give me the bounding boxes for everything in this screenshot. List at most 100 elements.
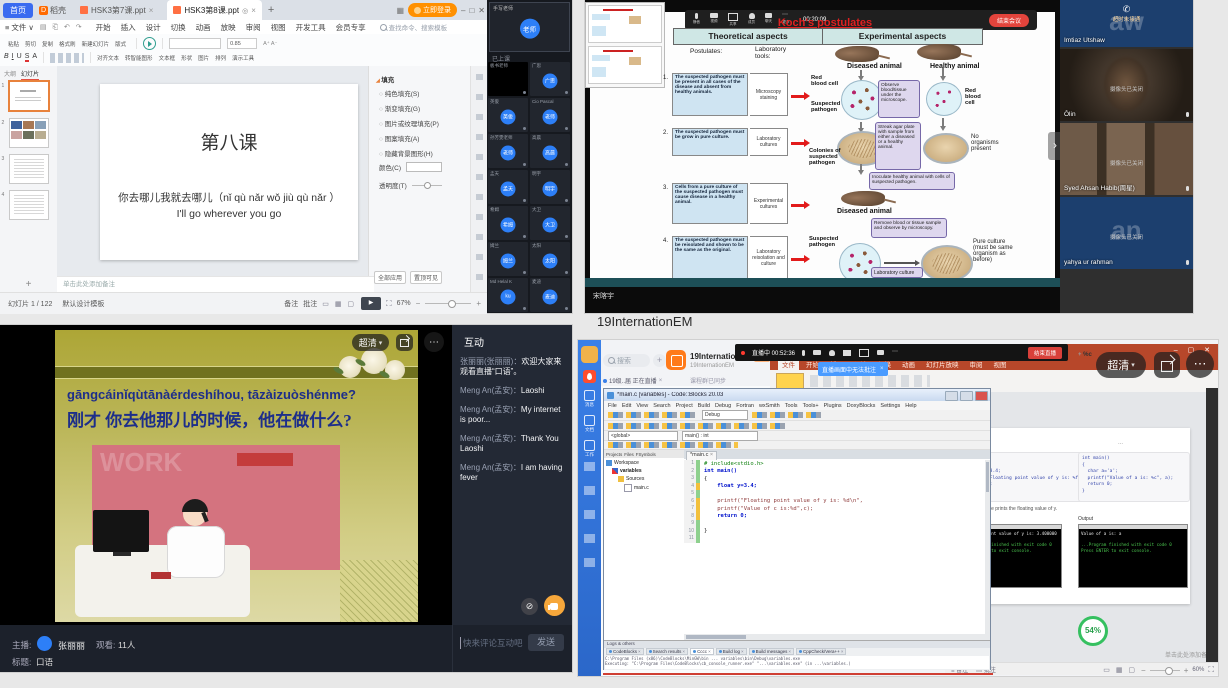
toolbar-button[interactable]: 剪切 bbox=[25, 40, 36, 48]
fill-option-radio[interactable]: 纯色填充(S) bbox=[379, 88, 439, 98]
end-meeting-button[interactable]: 结束会议 bbox=[989, 14, 1029, 27]
slide-thumbnail[interactable]: 2 bbox=[9, 118, 49, 148]
toolbar-icons[interactable] bbox=[608, 412, 698, 418]
fill-option-radio[interactable]: 隐藏背景图形(H) bbox=[379, 148, 439, 158]
zoom-in-button[interactable]: + bbox=[476, 299, 481, 308]
menu-item[interactable]: DoxyBlocks bbox=[847, 403, 876, 409]
more-options-icon[interactable] bbox=[1186, 350, 1214, 378]
meeting-toolbar-button[interactable]: 共享 bbox=[728, 13, 738, 27]
fill-section-header[interactable]: 填充 bbox=[376, 74, 394, 84]
minimize-button[interactable] bbox=[945, 391, 958, 401]
sidebar-more-icons[interactable] bbox=[584, 462, 595, 582]
student-tile[interactable]: 麦迪 麦迪 bbox=[530, 278, 570, 312]
menu-item[interactable]: 插入 bbox=[117, 21, 140, 34]
meeting-toolbar-button[interactable]: 成员 bbox=[748, 13, 755, 27]
current-slide[interactable]: 第八课 你去哪儿我就去哪儿（nǐ qù nǎr wǒ jiù qù nǎr ） … bbox=[100, 84, 358, 260]
menu-item[interactable]: 会员专享 bbox=[332, 21, 370, 34]
play-slideshow-icon[interactable] bbox=[143, 37, 156, 50]
more-options-icon[interactable] bbox=[424, 332, 444, 352]
menu-item[interactable]: Project bbox=[676, 403, 693, 409]
management-tab[interactable]: Files bbox=[624, 452, 634, 457]
zoom-level[interactable]: 60% bbox=[1192, 667, 1204, 673]
menu-item[interactable]: 视图 bbox=[267, 21, 290, 34]
close-tab-icon[interactable] bbox=[149, 6, 154, 15]
end-live-button[interactable]: 结束直播 bbox=[1028, 347, 1062, 359]
thumbs-up-icon[interactable] bbox=[544, 595, 565, 616]
comments-toggle[interactable]: 批注 bbox=[303, 299, 317, 309]
menu-item[interactable]: Plugins bbox=[824, 403, 842, 409]
file-menu[interactable]: ≡文件∨ bbox=[5, 22, 34, 33]
fill-option-radio[interactable]: 图片或纹理填充(P) bbox=[379, 118, 439, 128]
font-size-combo[interactable]: 0.85 bbox=[227, 38, 257, 49]
hd-quality-button[interactable]: 超清 bbox=[352, 334, 389, 351]
add-button[interactable] bbox=[653, 354, 666, 367]
apply-all-button[interactable]: 全部应用 bbox=[374, 271, 406, 284]
paragraph-icons[interactable] bbox=[50, 53, 84, 63]
document-tab-2-active[interactable]: HSK3第8课.ppt bbox=[167, 0, 261, 20]
link-icon[interactable] bbox=[521, 598, 538, 615]
symbols-toolbar[interactable] bbox=[604, 441, 990, 450]
close-button[interactable] bbox=[478, 6, 485, 15]
format-button[interactable]: U bbox=[17, 53, 22, 62]
fit-window-icon[interactable] bbox=[386, 299, 392, 309]
management-tab[interactable]: FSymbols bbox=[636, 452, 656, 457]
participant-tile[interactable]: aw 超时未接通 Imtiaz Utshaw bbox=[1060, 0, 1193, 47]
docer-tab[interactable]: 稻壳 bbox=[39, 5, 66, 16]
chat-tab[interactable]: 19级..届 正在直播 bbox=[603, 376, 662, 385]
minimize-button[interactable] bbox=[461, 6, 465, 15]
build-target-combo[interactable]: Debug bbox=[702, 410, 748, 420]
student-tile[interactable]: 姆兰 姆兰 bbox=[488, 242, 528, 276]
participant-tile[interactable]: an 摄像头已关闭 yahya ur rahman bbox=[1060, 197, 1193, 269]
toolbar-button[interactable]: 转智能图形 bbox=[125, 54, 153, 62]
menu-item[interactable]: 开发工具 bbox=[292, 21, 330, 34]
send-button[interactable]: 发送 bbox=[528, 634, 564, 651]
close-tab-icon[interactable] bbox=[788, 649, 791, 654]
codeblocks-title-bar[interactable]: *main.c [variables] - Code::Blocks 20.03 bbox=[604, 389, 990, 401]
log-tab[interactable]: CodeBlocks bbox=[606, 648, 644, 655]
menu-item[interactable]: File bbox=[608, 403, 617, 409]
student-tile[interactable]: 英俊 英俊 bbox=[488, 98, 528, 132]
view-mode-icons[interactable]: ▭ ▦ ▢ bbox=[322, 300, 356, 308]
student-tile[interactable]: Md Helal K ku bbox=[488, 278, 528, 312]
apps-icon[interactable] bbox=[396, 6, 404, 15]
meeting-toolbar-button[interactable]: 静音 bbox=[693, 13, 700, 27]
toolbar-button[interactable]: 形状 bbox=[181, 54, 192, 62]
close-tab-icon[interactable] bbox=[638, 649, 641, 654]
login-button[interactable]: 立即登录 bbox=[408, 3, 457, 17]
color-swatch[interactable] bbox=[406, 162, 442, 172]
toolbar-icons[interactable] bbox=[752, 412, 822, 418]
sidebar-item[interactable]: 文档 bbox=[584, 415, 595, 433]
close-tab-icon[interactable] bbox=[741, 649, 744, 654]
menu-item[interactable]: 设计 bbox=[142, 21, 165, 34]
menu-item[interactable]: View bbox=[636, 403, 648, 409]
notes-placeholder[interactable]: 单击此处添加备注 bbox=[57, 276, 374, 293]
fill-option-radio[interactable]: 渐变填充(G) bbox=[379, 103, 439, 113]
menu-item[interactable]: Build bbox=[698, 403, 710, 409]
student-tile[interactable]: 大卫 大卫 bbox=[530, 206, 570, 240]
menu-item[interactable]: 审阅 bbox=[242, 21, 265, 34]
menu-item[interactable]: 动画 bbox=[192, 21, 215, 34]
student-tile[interactable]: 孟天 孟天 bbox=[488, 170, 528, 204]
search-box[interactable]: 查找命令、搜索模板 bbox=[380, 22, 448, 32]
toolbar-button[interactable]: 图片 bbox=[198, 54, 209, 62]
new-tab-button[interactable]: + bbox=[268, 4, 274, 16]
side-tool-strip[interactable] bbox=[470, 66, 488, 292]
maximize-button[interactable] bbox=[469, 6, 474, 15]
toolbar-button[interactable]: 演示工具 bbox=[232, 54, 254, 62]
project-tree-item[interactable]: main.c bbox=[624, 484, 649, 492]
menu-item[interactable]: Fortran bbox=[736, 403, 754, 409]
vertical-scrollbar[interactable] bbox=[985, 460, 990, 638]
slide-thumbnail[interactable]: 1 bbox=[8, 80, 50, 112]
toolbar-button[interactable]: 版式 bbox=[115, 40, 126, 48]
fit-window-icon[interactable] bbox=[1208, 665, 1214, 675]
menu-item[interactable]: Help bbox=[905, 403, 916, 409]
menu-item[interactable]: 放映 bbox=[217, 21, 240, 34]
teacher-video-tile[interactable]: 手写老师 老师 bbox=[489, 2, 570, 52]
project-tree-item[interactable]: Sources bbox=[618, 476, 649, 482]
participant-tile[interactable]: 摄像头已关闭 Syed Ahsan Habib(周星) bbox=[1060, 123, 1193, 195]
student-tile[interactable]: 板书老师 bbox=[488, 62, 528, 96]
toolbar-button[interactable]: 新建幻灯片 bbox=[82, 40, 110, 48]
project-tree-item[interactable]: variables bbox=[612, 468, 649, 474]
format-button[interactable]: A bbox=[32, 53, 37, 62]
logs-panel-title[interactable]: Logs & others bbox=[604, 641, 990, 648]
